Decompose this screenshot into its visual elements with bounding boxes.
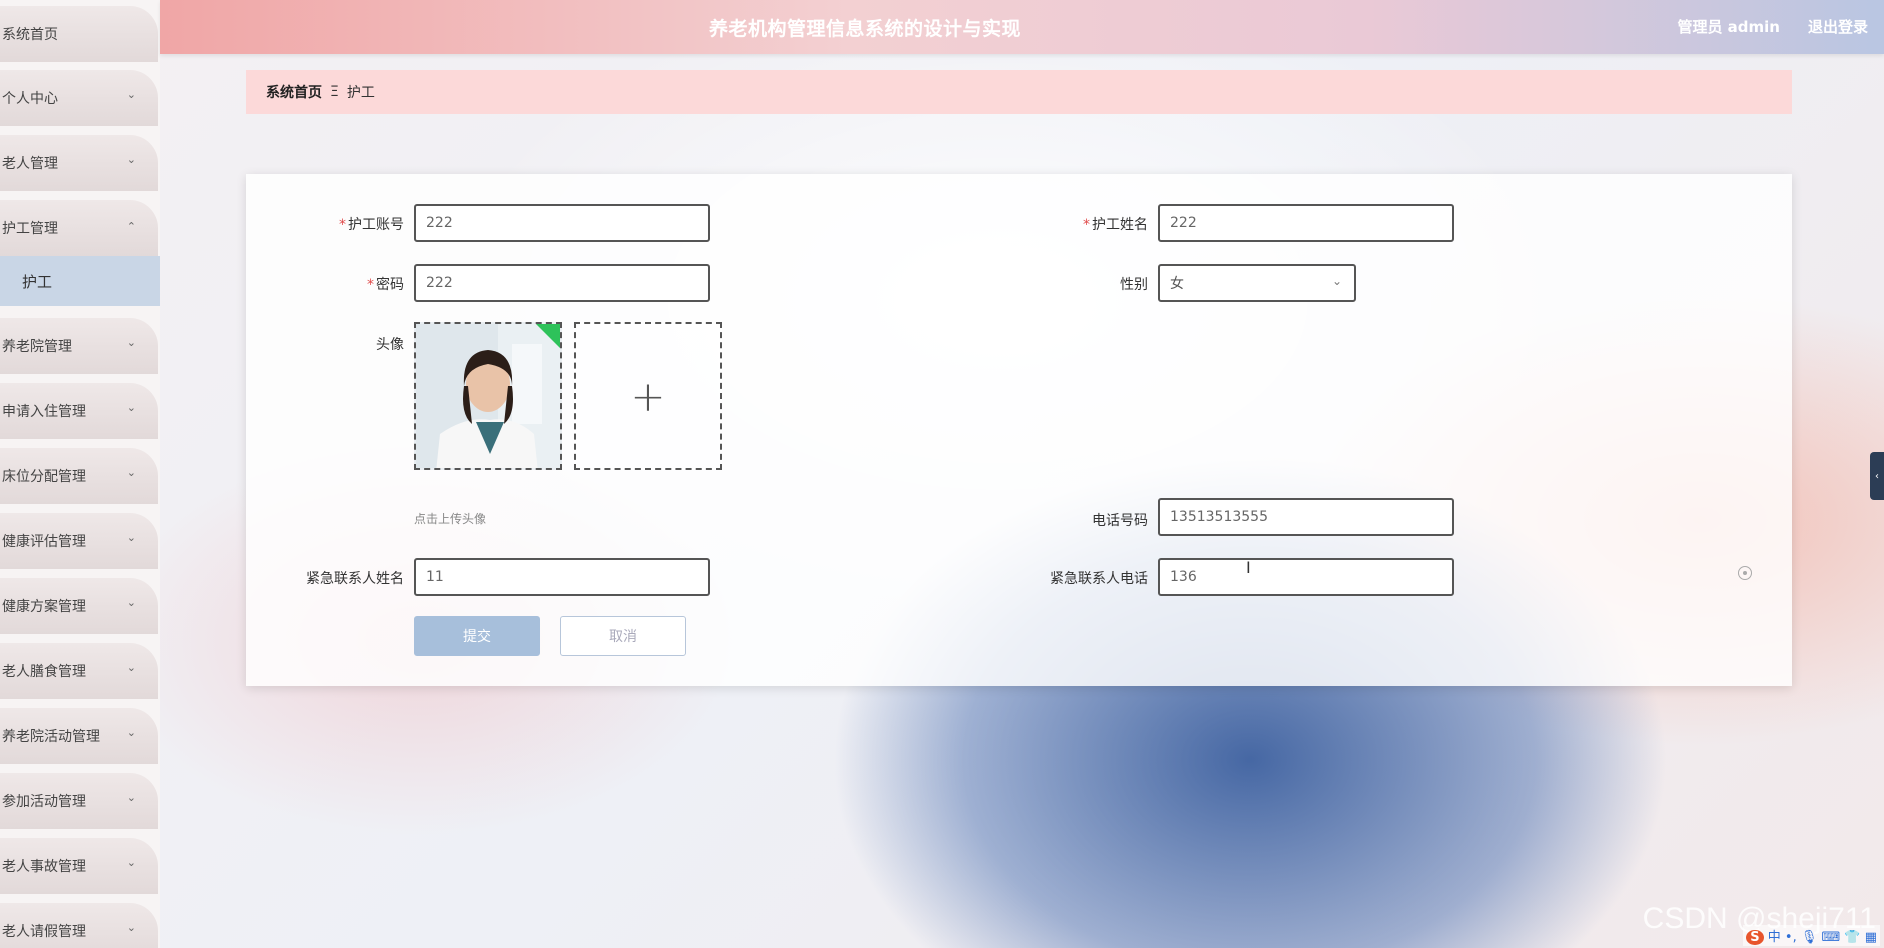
chevron-down-icon: ⌄ [126, 921, 136, 934]
phone-label: 电话号码 [1092, 513, 1148, 529]
chevron-down-icon: ⌄ [126, 401, 136, 414]
submit-button[interactable]: 提交 [414, 616, 540, 656]
chevron-down-icon: ⌄ [126, 726, 136, 739]
avatar-upload-button[interactable]: + [574, 322, 722, 470]
gender-select-value: 女 [1170, 276, 1184, 292]
chevron-down-icon: ⌄ [126, 88, 136, 101]
sidebar-item-label: 老人请假管理 [2, 924, 86, 940]
sidebar-subitem-caregiver[interactable]: 护工 [0, 256, 160, 306]
sidebar-subitem-label: 护工 [22, 272, 53, 291]
app-title: 养老机构管理信息系统的设计与实现 [708, 18, 1021, 40]
sidebar-item-label: 床位分配管理 [2, 469, 86, 485]
breadcrumb-home[interactable]: 系统首页 [266, 82, 322, 102]
chevron-up-icon: ⌃ [126, 220, 136, 233]
sidebar-item-label: 老人事故管理 [2, 859, 86, 875]
name-input[interactable] [1158, 204, 1454, 242]
ime-toolbar[interactable]: S 中 •, 🎙 ⌨ 👕 ▦ [1743, 925, 1880, 946]
upload-success-check-icon [536, 324, 560, 348]
sidebar-item-label: 参加活动管理 [2, 794, 86, 810]
sidebar-item-label: 护工管理 [2, 221, 58, 237]
account-label-text: 护工账号 [348, 217, 404, 233]
password-label: * 密码 [264, 274, 404, 294]
top-header: 养老机构管理信息系统的设计与实现 管理员 admin 退出登录 [160, 0, 1884, 54]
avatar-label: 头像 [376, 337, 404, 353]
ime-toolbar-icons: •, 🎙 ⌨ 👕 ▦ [1784, 930, 1877, 945]
avatar-image[interactable] [414, 322, 562, 470]
sidebar-item-personal-center[interactable]: 个人中心 ⌄ [0, 70, 158, 126]
sidebar-item-label: 申请入住管理 [2, 404, 86, 420]
sidebar-item-health-plan[interactable]: 健康方案管理 ⌄ [0, 578, 158, 634]
current-user: 管理员 admin [1677, 18, 1780, 36]
text-cursor-icon: I [1246, 558, 1251, 577]
chevron-left-icon: ‹ [1875, 470, 1879, 482]
sidebar-item-label: 养老院管理 [2, 339, 72, 355]
sidebar: 系统首页 个人中心 ⌄ 老人管理 ⌄ 护工管理 ⌃ 护工 养老院管理 ⌄ 申请入… [0, 0, 160, 948]
emergency-name-label: 紧急联系人姓名 [306, 571, 404, 587]
required-mark: * [1083, 217, 1090, 233]
sidebar-item-elderly-management[interactable]: 老人管理 ⌄ [0, 135, 158, 191]
emergency-phone-label: 紧急联系人电话 [1050, 571, 1148, 587]
name-label-text: 护工姓名 [1092, 217, 1148, 233]
chevron-down-icon: ⌄ [126, 791, 136, 804]
ime-mode: 中 [1767, 930, 1781, 945]
sidebar-item-label: 健康方案管理 [2, 599, 86, 615]
breadcrumb-current: 护工 [346, 85, 375, 101]
caregiver-form-card: *护工账号 *护工姓名 *密码 性别 女 ⌄ 头像 + 点击上传 [246, 174, 1792, 686]
account-label: * 护工账号 [264, 214, 404, 234]
breadcrumb-separator-icon: Ξ [330, 84, 339, 100]
sidebar-item-admission-management[interactable]: 申请入住管理 ⌄ [0, 383, 158, 439]
sidebar-item-label: 个人中心 [2, 91, 58, 107]
account-input[interactable] [414, 204, 710, 242]
sidebar-item-label: 健康评估管理 [2, 534, 86, 550]
sogou-logo-icon: S [1746, 930, 1764, 945]
target-circle-icon[interactable] [1738, 566, 1752, 580]
name-label: * 护工姓名 [1008, 214, 1148, 234]
sidebar-item-caregiver-management[interactable]: 护工管理 ⌃ [0, 200, 158, 256]
sidebar-item-bed-management[interactable]: 床位分配管理 ⌄ [0, 448, 158, 504]
chevron-down-icon: ⌄ [126, 153, 136, 166]
sidebar-item-meal-management[interactable]: 老人膳食管理 ⌄ [0, 643, 158, 699]
plus-icon: + [630, 371, 666, 421]
sidebar-item-accident-management[interactable]: 老人事故管理 ⌄ [0, 838, 158, 894]
chevron-down-icon: ⌄ [126, 596, 136, 609]
gender-select[interactable]: 女 ⌄ [1158, 264, 1356, 302]
chevron-down-icon: ⌄ [126, 466, 136, 479]
sidebar-item-participation-management[interactable]: 参加活动管理 ⌄ [0, 773, 158, 829]
avatar-upload-hint: 点击上传头像 [414, 512, 487, 526]
sidebar-item-health-assessment[interactable]: 健康评估管理 ⌄ [0, 513, 158, 569]
sidebar-item-label: 系统首页 [2, 27, 58, 43]
sidebar-item-label: 老人膳食管理 [2, 664, 86, 680]
emergency-phone-input[interactable] [1158, 558, 1454, 596]
sidebar-item-label: 老人管理 [2, 156, 58, 172]
chevron-down-icon: ⌄ [1331, 274, 1342, 288]
chevron-down-icon: ⌄ [126, 856, 136, 869]
gender-label: 性别 [1120, 277, 1148, 293]
cancel-button[interactable]: 取消 [560, 616, 686, 656]
logout-link[interactable]: 退出登录 [1808, 16, 1868, 37]
sidebar-item-home[interactable]: 系统首页 [0, 6, 158, 62]
sidebar-item-label: 养老院活动管理 [2, 729, 100, 745]
chevron-down-icon: ⌄ [126, 336, 136, 349]
required-mark: * [339, 217, 346, 233]
chevron-down-icon: ⌄ [126, 661, 136, 674]
sidebar-item-nursing-home-management[interactable]: 养老院管理 ⌄ [0, 318, 158, 374]
emergency-name-input[interactable] [414, 558, 710, 596]
phone-input[interactable] [1158, 498, 1454, 536]
required-mark: * [367, 277, 374, 293]
breadcrumb: 系统首页 Ξ 护工 [246, 70, 1792, 114]
sidebar-item-activity-management[interactable]: 养老院活动管理 ⌄ [0, 708, 158, 764]
chevron-down-icon: ⌄ [126, 531, 136, 544]
collapse-panel-tab[interactable]: ‹ [1870, 452, 1884, 500]
password-input[interactable] [414, 264, 710, 302]
sidebar-item-leave-management[interactable]: 老人请假管理 ⌄ [0, 903, 158, 948]
password-label-text: 密码 [376, 277, 404, 293]
